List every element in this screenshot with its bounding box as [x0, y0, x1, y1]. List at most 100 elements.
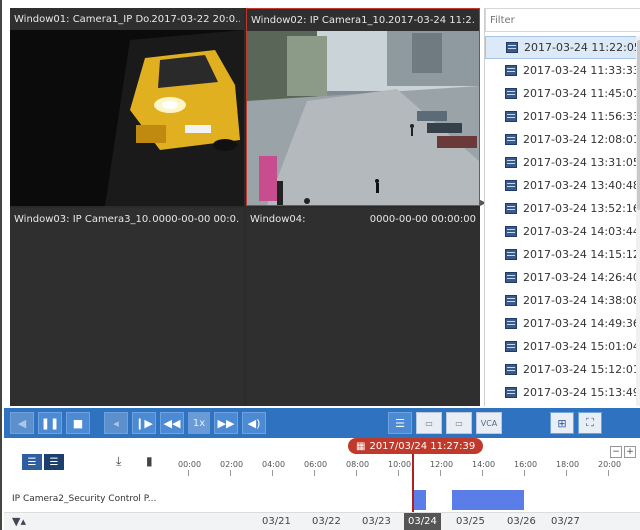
window-layout-button[interactable]: ⊞ — [550, 412, 574, 434]
window-title: Window04: — [250, 213, 306, 225]
snapshot-button[interactable]: ▭ — [446, 412, 472, 434]
volume-button[interactable]: ◀) — [242, 412, 266, 434]
zoom-in-button[interactable]: + — [624, 446, 636, 458]
window-title: Window03: IP Camera3_10.... — [14, 213, 153, 225]
file-list-item[interactable]: 2017-03-24 15:25:17 — [485, 404, 640, 406]
file-list-item[interactable]: 2017-03-24 11:22:05 — [485, 36, 640, 59]
video-file-icon — [505, 180, 517, 191]
date-item-selected[interactable]: 03/24 — [404, 513, 441, 530]
download-icon[interactable]: ⤓ — [116, 454, 121, 469]
fullscreen-button[interactable]: ⛶ — [578, 412, 602, 434]
time-tick-label: 14:00 — [472, 460, 496, 476]
date-item[interactable]: 03/23 — [362, 516, 391, 527]
file-timestamp: 2017-03-24 11:56:33 — [523, 110, 640, 123]
window-title-bar: Window01: Camera1_IP Do... 2017-03-22 20… — [10, 8, 244, 30]
window-time: 2017-03-22 20:0... — [151, 13, 240, 25]
timeline-mode-a-button[interactable]: ☰ — [22, 454, 42, 470]
file-list-item[interactable]: 2017-03-24 11:45:01 — [485, 82, 640, 105]
file-timestamp: 2017-03-24 14:03:44 — [523, 225, 640, 238]
reverse-icon: ◀ — [17, 416, 27, 430]
playback-toolbar: ◀ ❚❚ ■ ◂ ❙▶ ◀◀ 1x ▶▶ ◀) ☰ ▭ ▭ VCA ⊞ ⛶ — [4, 408, 640, 438]
file-timestamp: 2017-03-24 15:01:04 — [523, 340, 640, 353]
video-file-icon — [505, 364, 517, 375]
video-file-icon — [506, 42, 518, 53]
zoom-controls: − + — [610, 446, 636, 458]
date-item[interactable]: 03/26 — [507, 516, 536, 527]
file-list-item[interactable]: 2017-03-24 13:52:16 — [485, 197, 640, 220]
video-window-4[interactable]: Window04: 0000-00-00 00:00:00 — [246, 208, 480, 406]
clip-button[interactable]: ▭ — [416, 412, 442, 434]
file-timestamp: 2017-03-24 12:08:01 — [523, 133, 640, 146]
video-file-icon — [505, 295, 517, 306]
file-timestamp: 2017-03-24 14:26:40 — [523, 271, 640, 284]
time-tick-label: 00:00 — [178, 460, 202, 476]
video-window-3[interactable]: Window03: IP Camera3_10.... 0000-00-00 0… — [10, 208, 244, 406]
current-time-badge: ▦ 2017/03/24 11:27:39 — [348, 438, 484, 454]
file-list-item[interactable]: 2017-03-24 14:38:08 — [485, 289, 640, 312]
file-list-item[interactable]: 2017-03-24 12:08:01 — [485, 128, 640, 151]
file-timestamp: 2017-03-24 13:31:05 — [523, 156, 640, 169]
zoom-out-button[interactable]: − — [610, 446, 622, 458]
speed-display: 1x — [188, 412, 210, 434]
speed-up-button[interactable]: ▶▶ — [214, 412, 238, 434]
file-list-item[interactable]: 2017-03-24 14:49:36 — [485, 312, 640, 335]
sliders-icon: ☰ — [49, 456, 59, 468]
video-file-icon — [505, 65, 517, 76]
slow-down-button[interactable]: ◀◀ — [160, 412, 184, 434]
file-list-item[interactable]: 2017-03-24 15:12:01 — [485, 358, 640, 381]
date-item[interactable]: 03/21 — [262, 516, 291, 527]
track-camera-name: IP Camera2_Security Control P... — [12, 494, 157, 504]
file-list-scrollbar[interactable] — [636, 36, 640, 406]
recording-segment[interactable] — [412, 490, 426, 510]
reverse-play-button[interactable]: ◀ — [10, 412, 34, 434]
time-tick-label: 02:00 — [220, 460, 244, 476]
file-list: 2017-03-24 11:22:05 2017-03-24 11:33:33 20… — [485, 36, 640, 406]
time-tick-label: 04:00 — [262, 460, 286, 476]
file-list-item[interactable]: 2017-03-24 15:13:49 — [485, 381, 640, 404]
file-list-item[interactable]: 2017-03-24 14:03:44 — [485, 220, 640, 243]
file-list-item[interactable]: 2017-03-24 14:26:40 — [485, 266, 640, 289]
fullscreen-icon: ⛶ — [586, 416, 594, 429]
video-window-1[interactable]: Window01: Camera1_IP Do... 2017-03-22 20… — [10, 8, 244, 206]
date-item[interactable]: 03/22 — [312, 516, 341, 527]
time-tick-label: 06:00 — [304, 460, 328, 476]
pause-icon: ❚❚ — [40, 416, 60, 430]
vca-button[interactable]: VCA — [476, 412, 502, 434]
date-item[interactable]: 03/25 — [456, 516, 485, 527]
filter-input[interactable] — [485, 8, 640, 32]
timeline-mode-b-button[interactable]: ☰ — [44, 454, 64, 470]
timeline-cursor[interactable] — [412, 454, 414, 512]
file-list-item[interactable]: 2017-03-24 11:33:33 — [485, 59, 640, 82]
file-list-item[interactable]: 2017-03-24 11:56:33 — [485, 105, 640, 128]
speaker-icon: ◀) — [247, 416, 261, 430]
date-item[interactable]: 03/27 — [551, 516, 580, 527]
window-time: 2017-03-24 11:2... — [388, 14, 475, 26]
step-forward-button[interactable]: ❙▶ — [132, 412, 156, 434]
camera-2-video-frame — [247, 31, 479, 205]
recording-segment[interactable] — [452, 490, 524, 510]
clip-icon: ▭ — [425, 418, 433, 428]
video-file-icon — [505, 318, 517, 329]
file-timestamp: 2017-03-24 11:22:05 — [524, 41, 640, 54]
window-title-bar: Window04: 0000-00-00 00:00:00 — [246, 208, 480, 230]
video-file-icon — [505, 134, 517, 145]
vca-icon: VCA — [480, 418, 498, 428]
file-list-item[interactable]: 2017-03-24 13:40:48 — [485, 174, 640, 197]
file-list-item[interactable]: 2017-03-24 13:31:05 — [485, 151, 640, 174]
timeline-track[interactable]: IP Camera2_Security Control P... — [4, 488, 640, 512]
file-timestamp: 2017-03-24 11:33:33 — [523, 64, 640, 77]
add-tag-button[interactable]: ☰ — [388, 412, 412, 434]
file-timestamp: 2017-03-24 14:38:08 — [523, 294, 640, 307]
current-time: 2017/03/24 11:27:39 — [369, 440, 476, 452]
window-title: Window01: Camera1_IP Do... — [14, 13, 152, 25]
window-title: Window02: IP Camera1_10.... — [251, 14, 388, 26]
file-list-item[interactable]: 2017-03-24 14:15:12 — [485, 243, 640, 266]
pause-button[interactable]: ❚❚ — [38, 412, 62, 434]
file-list-item[interactable]: 2017-03-24 15:01:04 — [485, 335, 640, 358]
video-window-2[interactable]: Window02: IP Camera1_10.... 2017-03-24 1… — [246, 8, 480, 206]
bookmark-icon[interactable]: ▮ — [146, 454, 153, 468]
stop-button[interactable]: ■ — [66, 412, 90, 434]
rewind-icon: ◀◀ — [163, 416, 181, 430]
step-backward-button[interactable]: ◂ — [104, 412, 128, 434]
filter-funnel-icon[interactable]: ▼▴ — [12, 515, 26, 528]
